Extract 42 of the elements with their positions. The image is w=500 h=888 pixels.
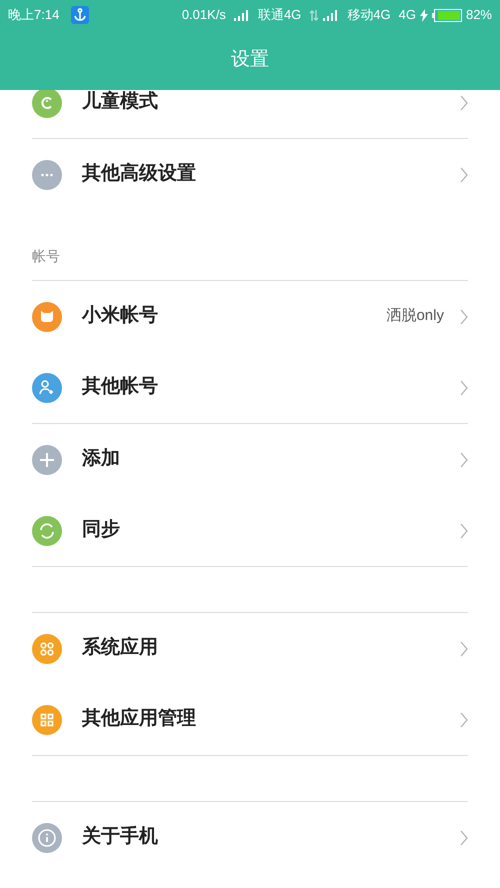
settings-item[interactable]: 儿童模式 bbox=[0, 90, 500, 138]
signal-icon bbox=[323, 10, 340, 20]
chevron-right-icon bbox=[460, 830, 468, 846]
settings-item[interactable]: 其他高级设置 bbox=[0, 139, 500, 210]
page-title: 设置 bbox=[231, 48, 269, 72]
item-label: 其他高级设置 bbox=[82, 162, 196, 186]
chevron-right-icon bbox=[460, 640, 468, 656]
data-arrows-icon bbox=[309, 8, 320, 22]
settings-item[interactable]: 小米帐号 洒脱only bbox=[0, 281, 500, 352]
settings-item[interactable]: 添加 bbox=[0, 424, 500, 495]
signal-icon bbox=[234, 10, 250, 20]
item-label: 小米帐号 bbox=[82, 304, 158, 328]
anchor-app-icon bbox=[71, 6, 90, 24]
section-header: 帐号 bbox=[32, 247, 60, 266]
network-speed: 0.01K/s bbox=[182, 6, 226, 24]
charging-icon bbox=[420, 8, 428, 22]
item-label: 添加 bbox=[82, 447, 120, 472]
settings-item[interactable]: 其他应用管理 bbox=[0, 684, 500, 755]
chevron-right-icon bbox=[460, 712, 468, 728]
item-label: 同步 bbox=[82, 518, 120, 542]
item-label: 其他帐号 bbox=[82, 375, 158, 400]
item-label: 关于手机 bbox=[82, 824, 158, 850]
carrier-name: 移动4G bbox=[347, 6, 391, 24]
item-value: 洒脱only bbox=[386, 306, 444, 326]
battery-icon bbox=[432, 8, 462, 22]
chevron-right-icon bbox=[460, 308, 468, 324]
status-time: 晚上7:14 bbox=[8, 6, 60, 24]
network-type: 4G bbox=[398, 6, 416, 24]
battery-percent: 82% bbox=[466, 6, 492, 24]
item-label: 系统应用 bbox=[82, 636, 158, 660]
settings-item[interactable]: 关于手机 bbox=[0, 802, 500, 873]
item-label: 其他应用管理 bbox=[82, 706, 196, 732]
chevron-right-icon bbox=[460, 380, 468, 396]
settings-item[interactable]: 同步 bbox=[0, 495, 500, 566]
chevron-right-icon bbox=[460, 94, 468, 110]
settings-item[interactable]: 系统应用 bbox=[0, 613, 500, 684]
carrier-name: 联通4G bbox=[258, 6, 302, 24]
item-label: 儿童模式 bbox=[82, 90, 158, 114]
settings-item[interactable]: 其他帐号 bbox=[0, 352, 500, 423]
chevron-right-icon bbox=[460, 452, 468, 468]
chevron-right-icon bbox=[460, 522, 468, 538]
chevron-right-icon bbox=[460, 166, 468, 182]
